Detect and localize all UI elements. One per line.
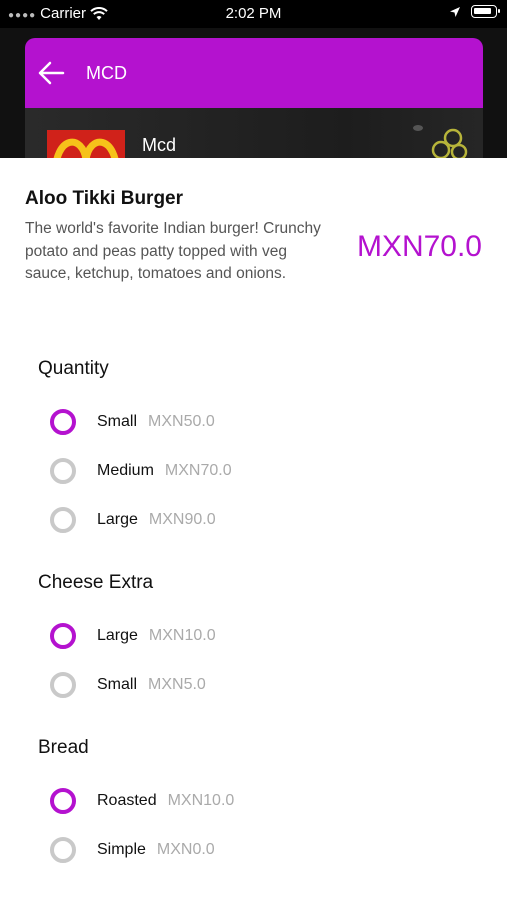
option-price: MXN5.0 <box>148 676 206 693</box>
radio-selected-icon[interactable] <box>50 623 76 649</box>
option-cheese-large[interactable]: Large MXN10.0 <box>50 621 216 651</box>
back-arrow-icon[interactable] <box>37 60 65 86</box>
item-description: The world's favorite Indian burger! Crun… <box>25 220 321 282</box>
option-price: MXN50.0 <box>148 413 215 430</box>
option-label: Roasted <box>97 792 157 809</box>
option-price: MXN90.0 <box>148 511 216 528</box>
option-group-title-cheese-extra: Cheese Extra <box>38 572 154 593</box>
option-bread-simple[interactable]: Simple MXN0.0 <box>50 835 215 865</box>
option-quantity-large[interactable]: Large MXN90.0 <box>50 505 216 535</box>
status-time: 2:02 PM <box>225 5 282 22</box>
option-cheese-small[interactable]: Small MXN5.0 <box>50 670 206 700</box>
radio-selected-icon[interactable] <box>50 409 76 435</box>
app-bar: MCD <box>25 38 483 108</box>
option-price: MXN0.0 <box>156 841 215 858</box>
status-bar: ●●●● Carrier 2:02 PM <box>0 0 507 28</box>
option-price: MXN10.0 <box>148 627 216 644</box>
option-label: Simple <box>97 841 146 858</box>
option-quantity-small[interactable]: Small MXN50.0 <box>50 407 215 437</box>
item-options-sheet: Aloo Tikki Burger The world's favorite I… <box>0 158 507 900</box>
option-label: Medium <box>97 462 154 479</box>
battery-icon <box>471 5 500 18</box>
option-price: MXN10.0 <box>167 792 235 809</box>
option-group-title-quantity: Quantity <box>38 358 109 379</box>
radio-unselected-icon[interactable] <box>50 458 76 484</box>
radio-unselected-icon[interactable] <box>50 507 76 533</box>
option-label: Small <box>97 676 138 693</box>
item-name: Aloo Tikki Burger <box>25 188 184 209</box>
restaurant-name: Mcd <box>142 135 177 155</box>
option-label: Large <box>97 627 138 644</box>
app-title: MCD <box>86 63 127 83</box>
option-bread-roasted[interactable]: Roasted MXN10.0 <box>50 786 234 816</box>
option-label: Large <box>97 511 138 528</box>
radio-selected-icon[interactable] <box>50 788 76 814</box>
location-arrow-icon <box>450 6 460 17</box>
radio-unselected-icon[interactable] <box>50 672 76 698</box>
option-group-title-bread: Bread <box>38 737 89 758</box>
radio-unselected-icon[interactable] <box>50 837 76 863</box>
option-quantity-medium[interactable]: Medium MXN70.0 <box>50 456 232 486</box>
option-label: Small <box>97 413 138 430</box>
option-price: MXN70.0 <box>164 462 232 479</box>
item-price: MXN70.0 <box>356 230 482 263</box>
